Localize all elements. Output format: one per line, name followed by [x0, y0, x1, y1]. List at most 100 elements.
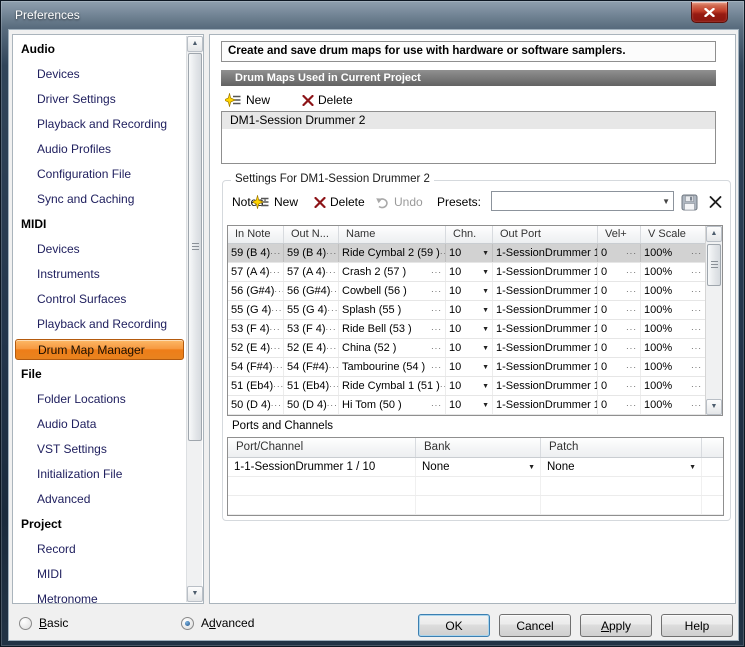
cell-spinner-handle-icon[interactable]: ···	[431, 401, 443, 410]
help-button[interactable]: Help	[661, 614, 733, 637]
cell-spinner-handle-icon[interactable]: ···	[691, 325, 703, 334]
column-header-out-port[interactable]: Out Port	[493, 226, 598, 243]
column-header-in-note[interactable]: In Note	[228, 226, 284, 243]
note-cell-chn[interactable]: 10▼	[446, 396, 493, 414]
sidebar-item-audio-profiles[interactable]: Audio Profiles	[13, 137, 186, 162]
save-preset-button[interactable]	[681, 191, 698, 213]
column-header-name[interactable]: Name	[339, 226, 446, 243]
note-cell-out-n[interactable]: 55 (G 4)···	[284, 301, 339, 319]
sidebar-item-audio[interactable]: Audio	[13, 37, 186, 62]
sidebar-item-playback-and-recording[interactable]: Playback and Recording	[13, 112, 186, 137]
cell-spinner-handle-icon[interactable]: ···	[431, 363, 443, 372]
note-cell-vel[interactable]: 0···	[598, 320, 641, 338]
patch-cell[interactable]	[541, 496, 702, 514]
new-note-button[interactable]: New	[253, 191, 298, 213]
cell-spinner-handle-icon[interactable]: ···	[327, 401, 339, 410]
note-cell-in-note[interactable]: 52 (E 4)···	[228, 339, 284, 357]
close-button[interactable]	[691, 2, 728, 23]
sidebar-item-midi[interactable]: MIDI	[13, 562, 186, 587]
sidebar-item-instruments[interactable]: Instruments	[13, 262, 186, 287]
ok-button[interactable]: OK	[418, 614, 490, 637]
cell-spinner-handle-icon[interactable]: ···	[626, 382, 638, 391]
cell-spinner-handle-icon[interactable]: ···	[431, 325, 443, 334]
note-cell-out-n[interactable]: 52 (E 4)···	[284, 339, 339, 357]
note-cell-chn[interactable]: 10▼	[446, 320, 493, 338]
note-table-row[interactable]: 57 (A 4)···57 (A 4)···Crash 2 (57 )···10…	[228, 263, 705, 282]
sidebar-item-devices[interactable]: Devices	[13, 237, 186, 262]
scroll-up-icon[interactable]: ▲	[706, 226, 722, 242]
note-table-row[interactable]: 50 (D 4)···50 (D 4)···Hi Tom (50 )···10▼…	[228, 396, 705, 415]
sidebar-item-sync-and-caching[interactable]: Sync and Caching	[13, 187, 186, 212]
note-cell-vel[interactable]: 0···	[598, 339, 641, 357]
radio-advanced[interactable]: Advanced	[181, 616, 254, 630]
ports-table-row[interactable]	[228, 496, 723, 515]
cell-spinner-handle-icon[interactable]: ···	[691, 287, 703, 296]
cell-spinner-handle-icon[interactable]: ···	[270, 325, 282, 334]
note-cell-in-note[interactable]: 51 (Eb4)···	[228, 377, 284, 395]
note-cell-out-port[interactable]: 1-SessionDrummer 1▼	[493, 244, 598, 262]
note-cell-out-port[interactable]: 1-SessionDrummer 1▼	[493, 263, 598, 281]
note-cell-name[interactable]: Ride Cymbal 2 (59 )···	[339, 244, 446, 262]
note-cell-vel[interactable]: 0···	[598, 377, 641, 395]
cell-spinner-handle-icon[interactable]: ···	[691, 306, 703, 315]
note-cell-in-note[interactable]: 57 (A 4)···	[228, 263, 284, 281]
note-cell-name[interactable]: Ride Cymbal 1 (51 )···	[339, 377, 446, 395]
sidebar-item-file[interactable]: File	[13, 362, 186, 387]
note-cell-out-port[interactable]: 1-SessionDrummer 1▼	[493, 339, 598, 357]
note-cell-v-scale[interactable]: 100%···	[641, 282, 705, 300]
note-table-scrollbar[interactable]: ▲ ▼	[705, 226, 722, 415]
sidebar-item-midi[interactable]: MIDI	[13, 212, 186, 237]
sidebar-item-advanced[interactable]: Advanced	[13, 487, 186, 512]
cell-dropdown-arrow-icon[interactable]: ▼	[482, 345, 490, 352]
note-cell-v-scale[interactable]: 100%···	[641, 263, 705, 281]
note-table-row[interactable]: 55 (G 4)···55 (G 4)···Splash (55 )···10▼…	[228, 301, 705, 320]
note-cell-v-scale[interactable]: 100%···	[641, 320, 705, 338]
cell-spinner-handle-icon[interactable]: ···	[274, 287, 284, 296]
sidebar-item-devices[interactable]: Devices	[13, 62, 186, 87]
note-cell-out-n[interactable]: 57 (A 4)···	[284, 263, 339, 281]
cell-dropdown-arrow-icon[interactable]: ▼	[528, 464, 536, 471]
bank-cell[interactable]	[416, 496, 541, 514]
cell-spinner-handle-icon[interactable]: ···	[330, 287, 339, 296]
note-cell-out-n[interactable]: 53 (F 4)···	[284, 320, 339, 338]
cell-dropdown-arrow-icon[interactable]: ▼	[482, 383, 490, 390]
note-cell-name[interactable]: Ride Bell (53 )···	[339, 320, 446, 338]
bank-cell[interactable]: None▼	[416, 458, 541, 476]
note-table-row[interactable]: 56 (G#4)···56 (G#4)···Cowbell (56 )···10…	[228, 282, 705, 301]
chevron-down-icon[interactable]: ▼	[662, 197, 670, 206]
note-cell-vel[interactable]: 0···	[598, 244, 641, 262]
cell-spinner-handle-icon[interactable]: ···	[626, 363, 638, 372]
cell-spinner-handle-icon[interactable]: ···	[626, 401, 638, 410]
cell-dropdown-arrow-icon[interactable]: ▼	[482, 250, 490, 257]
cell-spinner-handle-icon[interactable]: ···	[326, 268, 338, 277]
note-cell-out-port[interactable]: 1-SessionDrummer 1▼	[493, 396, 598, 414]
cell-spinner-handle-icon[interactable]: ···	[431, 306, 443, 315]
cell-spinner-handle-icon[interactable]: ···	[329, 363, 339, 372]
cell-spinner-handle-icon[interactable]: ···	[270, 344, 282, 353]
delete-map-button[interactable]: Delete	[302, 93, 353, 107]
note-cell-chn[interactable]: 10▼	[446, 263, 493, 281]
cell-dropdown-arrow-icon[interactable]: ▼	[482, 364, 490, 371]
note-cell-out-n[interactable]: 54 (F#4)···	[284, 358, 339, 376]
sidebar-item-folder-locations[interactable]: Folder Locations	[13, 387, 186, 412]
note-cell-chn[interactable]: 10▼	[446, 377, 493, 395]
cell-spinner-handle-icon[interactable]: ···	[431, 268, 443, 277]
note-cell-chn[interactable]: 10▼	[446, 282, 493, 300]
sidebar-item-record[interactable]: Record	[13, 537, 186, 562]
note-cell-out-port[interactable]: 1-SessionDrummer 1▼	[493, 377, 598, 395]
presets-input[interactable]	[494, 193, 654, 209]
column-header-patch[interactable]: Patch	[541, 438, 702, 457]
radio-button-icon[interactable]	[19, 617, 32, 630]
cell-dropdown-arrow-icon[interactable]: ▼	[482, 269, 490, 276]
cell-spinner-handle-icon[interactable]: ···	[431, 287, 443, 296]
note-cell-out-n[interactable]: 59 (B 4)···	[284, 244, 339, 262]
cell-dropdown-arrow-icon[interactable]: ▼	[482, 402, 490, 409]
cancel-button[interactable]: Cancel	[499, 614, 571, 637]
note-cell-vel[interactable]: 0···	[598, 301, 641, 319]
apply-button[interactable]: Apply	[580, 614, 652, 637]
cell-spinner-handle-icon[interactable]: ···	[431, 344, 443, 353]
note-table-row[interactable]: 51 (Eb4)···51 (Eb4)···Ride Cymbal 1 (51 …	[228, 377, 705, 396]
cell-spinner-handle-icon[interactable]: ···	[329, 382, 339, 391]
column-header-port-channel[interactable]: Port/Channel	[228, 438, 416, 457]
column-header-v-scale[interactable]: V Scale	[641, 226, 705, 243]
